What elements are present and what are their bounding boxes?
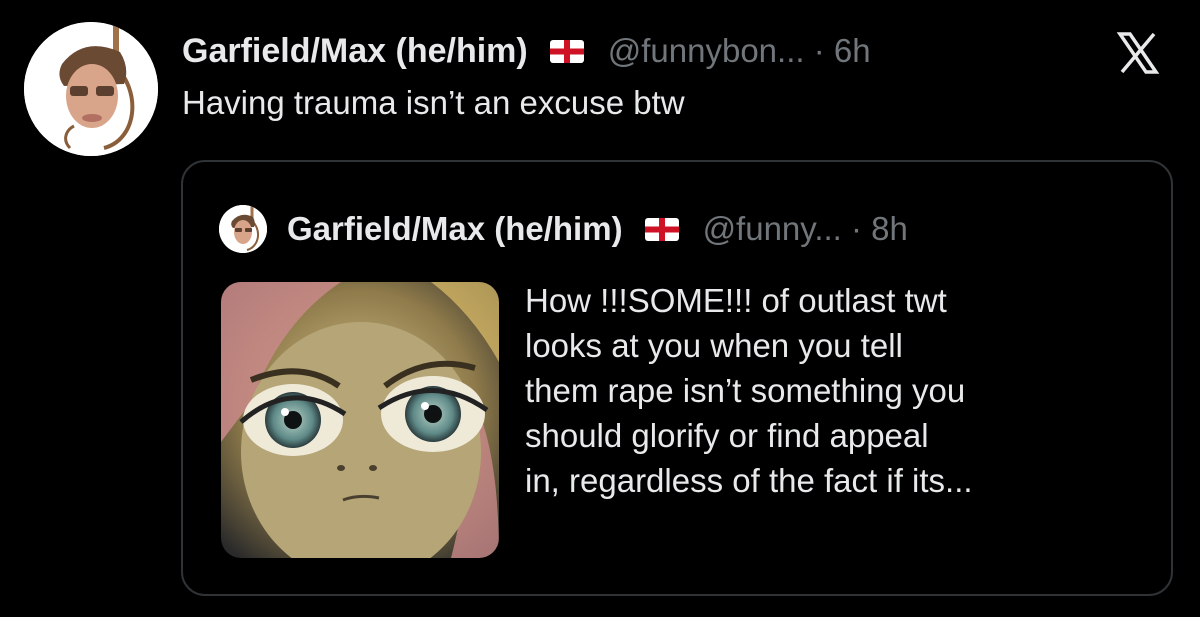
quoted-text-line: How !!!SOME!!! of outlast twt bbox=[525, 282, 947, 319]
author-handle-time[interactable]: @funnybon... · 6h bbox=[608, 32, 871, 70]
avatar-portrait-icon bbox=[219, 205, 267, 253]
avatar-portrait-icon bbox=[24, 22, 158, 156]
quoted-text-line: them rape isn’t something you bbox=[525, 372, 966, 409]
x-logo-icon[interactable] bbox=[1108, 28, 1168, 78]
angry-pony-face-image[interactable] bbox=[221, 282, 499, 558]
quoted-tweet-header: Garfield/Max (he/him) @funny... · 8h bbox=[219, 204, 908, 254]
author-name[interactable]: Garfield/Max (he/him) bbox=[182, 32, 528, 71]
tweet-text: Having trauma isn’t an excuse btw bbox=[182, 84, 685, 121]
quoted-author-avatar[interactable] bbox=[219, 205, 267, 253]
tweet-header: Garfield/Max (he/him) @funnybon... · 6h bbox=[182, 26, 1180, 76]
author-avatar[interactable] bbox=[24, 22, 158, 156]
quoted-tweet-card[interactable]: Garfield/Max (he/him) @funny... · 8h How… bbox=[181, 160, 1173, 596]
quoted-text-line: looks at you when you tell bbox=[525, 327, 903, 364]
quoted-text-line: in, regardless of the fact if its... bbox=[525, 462, 973, 499]
england-flag-icon bbox=[644, 217, 679, 241]
quoted-author-handle-time[interactable]: @funny... · 8h bbox=[703, 210, 908, 248]
quoted-text-line: should glorify or find appeal bbox=[525, 417, 929, 454]
quoted-author-name[interactable]: Garfield/Max (he/him) bbox=[287, 210, 623, 248]
england-flag-icon bbox=[549, 39, 584, 63]
quoted-tweet-text: How !!!SOME!!! of outlast twt looks at y… bbox=[525, 278, 1155, 503]
